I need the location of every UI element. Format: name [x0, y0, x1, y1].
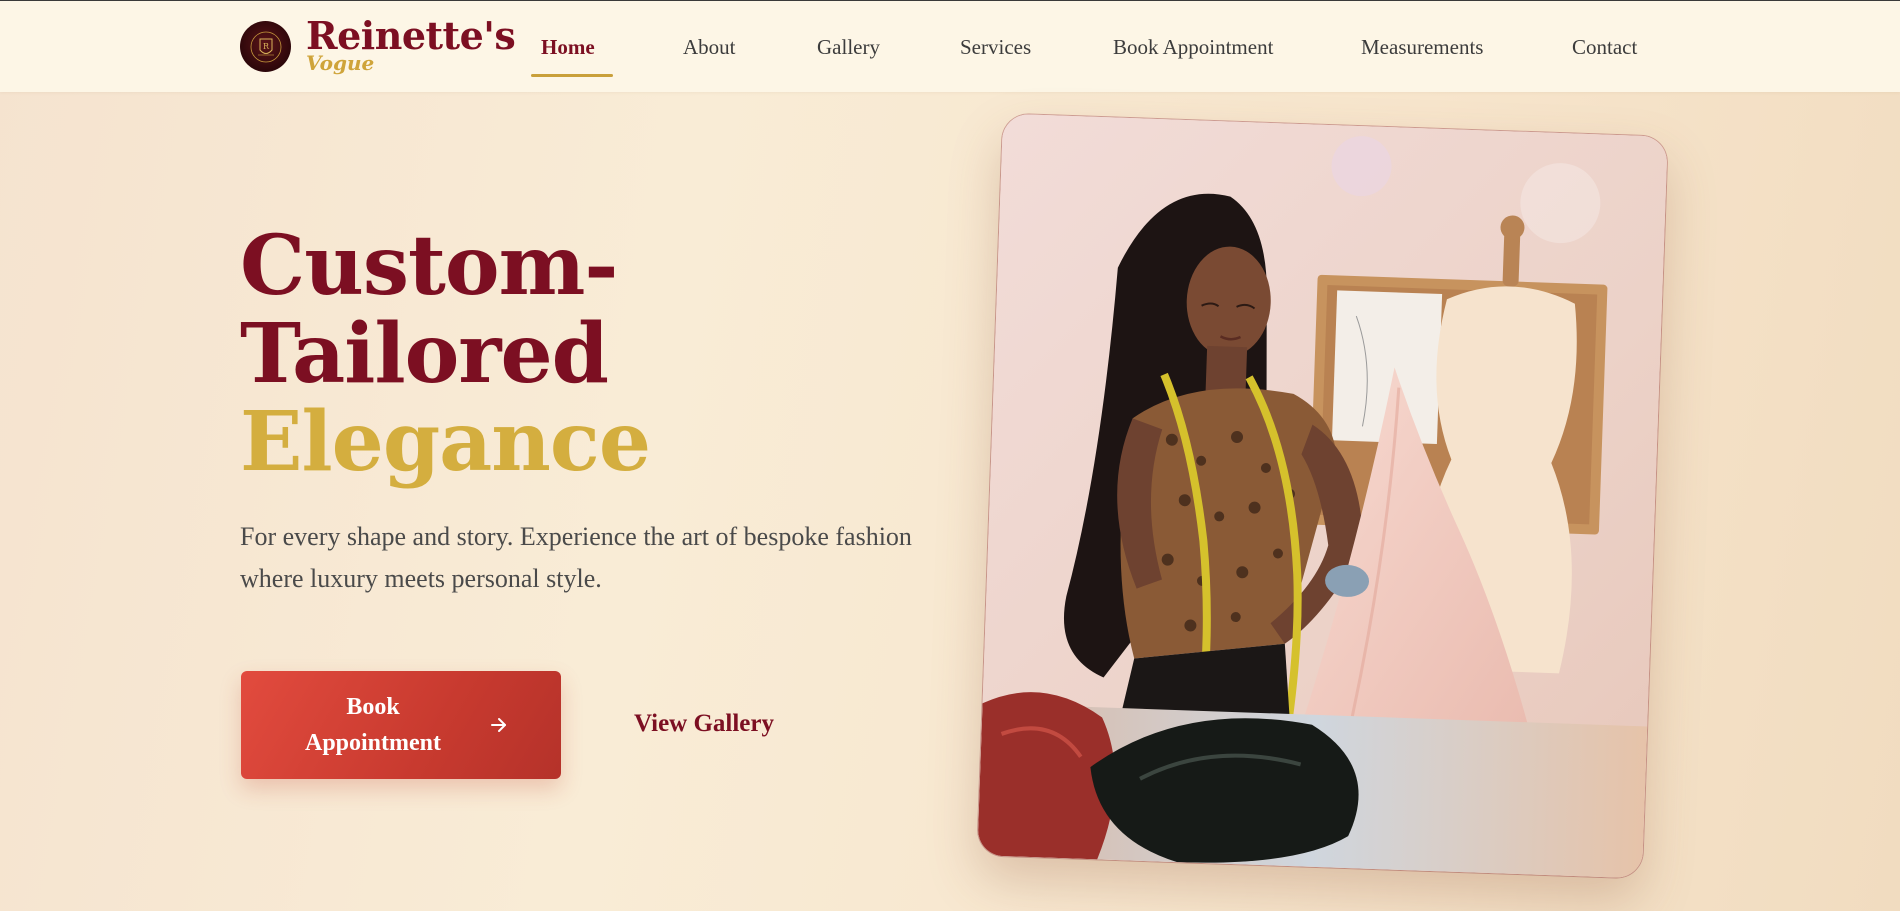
headline-line-1: Custom-	[240, 218, 618, 314]
nav-measurements[interactable]: Measurements	[1361, 37, 1483, 58]
brand-tagline: Vogue	[306, 51, 375, 75]
arrow-right-icon	[491, 718, 506, 732]
book-appointment-button[interactable]: Book Appointment	[241, 671, 561, 779]
nav-home[interactable]: Home	[541, 37, 595, 58]
active-nav-indicator	[531, 74, 613, 77]
brand-logo[interactable]: R	[240, 21, 291, 72]
nav-services[interactable]: Services	[960, 37, 1031, 58]
hero-headline: Custom- Tailored Elegance	[240, 218, 651, 490]
headline-line-2: Tailored	[240, 306, 609, 402]
nav-book-appointment[interactable]: Book Appointment	[1113, 37, 1273, 58]
hero-subtitle: For every shape and story. Experience th…	[240, 522, 912, 593]
hero-image	[977, 113, 1668, 879]
nav-contact[interactable]: Contact	[1572, 37, 1637, 58]
brand-name[interactable]: Reinette's	[306, 17, 516, 55]
seamstress-illustration	[977, 113, 1668, 879]
svg-text:R: R	[262, 42, 269, 51]
site-header: R Reinette's Vogue Home About Gallery Se…	[0, 1, 1900, 92]
headline-line-3: Elegance	[240, 394, 651, 490]
nav-about[interactable]: About	[683, 37, 736, 58]
book-appointment-label: Book Appointment	[304, 694, 442, 756]
view-gallery-link[interactable]: View Gallery	[634, 710, 774, 738]
nav-gallery[interactable]: Gallery	[817, 37, 880, 58]
crest-logo-icon: R	[250, 31, 281, 62]
